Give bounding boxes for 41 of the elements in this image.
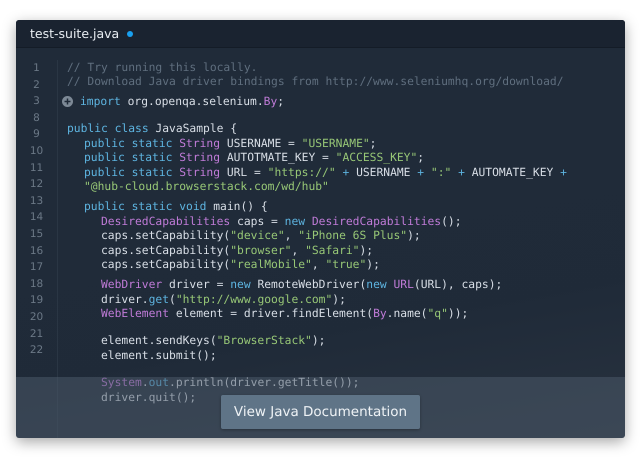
code-line: public static String AUTOTMATE_KEY = "ACCESS_KEY"; [84, 151, 424, 164]
line-number: 13 [30, 194, 44, 209]
code-line: caps.setCapability("realMobile", "true"); [101, 258, 380, 272]
code-line: caps.setCapability("browser", "Safari"); [101, 244, 374, 257]
line-number: 19 [30, 293, 44, 308]
line-number: 10 [30, 144, 44, 159]
code-line: public static String URL = "https://" + USERNAME + ":" + AUTOMATE_KEY + [84, 166, 567, 179]
code-line: // Download Java driver bindings from http://www.seleniumhq.org/download/ [67, 75, 564, 88]
code-line: caps.setCapability("device", "iPhone 6S Plus"); [101, 229, 421, 242]
line-number: 21 [30, 326, 44, 342]
line-number: 15 [30, 226, 44, 242]
line-number: 11 [30, 160, 44, 176]
code-line: DesiredCapabilities caps = new DesiredCapabilities(); [101, 214, 462, 228]
code-line: element.submit(); [101, 348, 217, 362]
code-line: public static String USERNAME = "USERNAME"; [84, 136, 376, 150]
line-number: 9 [33, 127, 40, 142]
view-documentation-button[interactable]: View Java Documentation [221, 395, 420, 429]
code-line: // Try running this locally. [67, 60, 258, 74]
expand-icon[interactable] [62, 96, 73, 107]
code-line: driver.get("http://www.google.com"); [101, 292, 346, 306]
code-line: driver.quit(); [101, 390, 196, 404]
line-number: 2 [33, 78, 40, 93]
line-number: 12 [30, 177, 44, 192]
line-number: 17 [30, 260, 44, 276]
code-line: System.out.println(driver.getTitle()); [101, 376, 360, 389]
line-number: 18 [30, 276, 44, 292]
file-tab-title[interactable]: test-suite.java [30, 26, 120, 41]
line-number: 20 [30, 310, 44, 325]
code-line: element.sendKeys("BrowserStack"); [101, 334, 326, 348]
line-number: 22 [30, 343, 44, 358]
line-number: 8 [33, 110, 40, 126]
line-number: 3 [33, 94, 40, 110]
code-line: public static void main() { [84, 200, 268, 214]
code-line: WebDriver driver = new RemoteWebDriver(new URL(URL), caps); [101, 278, 502, 292]
code-line: import org.openqa.selenium.By; [80, 94, 284, 108]
code-line: "@hub-cloud.browserstack.com/wd/hub" [84, 180, 329, 194]
line-number: 16 [30, 244, 44, 259]
code-line: public class JavaSample { [67, 122, 238, 136]
line-number: 1 [33, 61, 40, 76]
line-number: 14 [30, 210, 44, 226]
code-line: WebElement element = driver.findElement(By.name("q")); [101, 307, 468, 320]
